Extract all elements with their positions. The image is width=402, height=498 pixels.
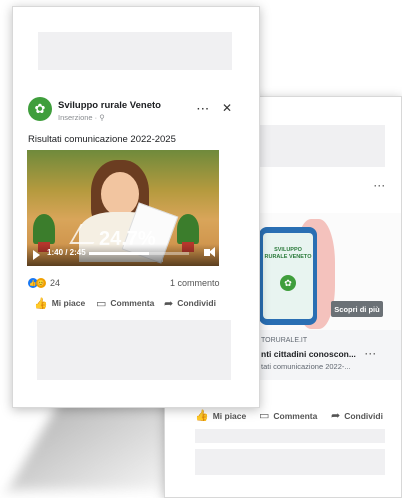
back-comment-button[interactable]: ▭ Commenta: [259, 409, 317, 422]
comment-label: Commenta: [110, 298, 155, 308]
link-title[interactable]: nti cittadini conoscon...: [261, 349, 356, 359]
placeholder-block: [195, 429, 385, 443]
tree-logo-icon: ✿: [280, 275, 296, 291]
thumbs-up-icon: 👍: [195, 410, 209, 422]
video-time: 1:40 / 2:45: [47, 248, 86, 257]
learn-more-button[interactable]: Scopri di più: [331, 301, 383, 317]
share-icon: ➦: [164, 297, 174, 310]
page-avatar[interactable]: ✿: [28, 97, 52, 121]
like-label: Mi piace: [51, 298, 86, 308]
post-caption: Risultati comunicazione 2022-2025: [28, 134, 176, 145]
reactions-summary[interactable]: 👍 😊 24: [28, 278, 60, 288]
comment-icon: ▭: [259, 410, 270, 422]
girl-face: [101, 172, 139, 216]
care-reaction-icon: 😊: [36, 278, 46, 288]
comment-label: Commenta: [273, 410, 318, 421]
sponsored-label: Inserzione · ⚲: [58, 113, 105, 122]
placeholder-block: [37, 320, 231, 380]
page-name[interactable]: Sviluppo rurale Veneto: [58, 100, 161, 111]
comments-count[interactable]: 1 commento: [170, 278, 220, 288]
thumbs-up-icon: 👍: [34, 297, 48, 310]
volume-icon[interactable]: [204, 247, 215, 257]
placeholder-block: [38, 32, 232, 70]
share-icon: ➦: [331, 410, 341, 422]
comment-button[interactable]: ▭ Commenta: [96, 293, 154, 313]
video-progress-fill: [89, 252, 149, 255]
video-progress[interactable]: [89, 252, 189, 255]
like-button[interactable]: 👍 Mi piace: [34, 293, 85, 313]
video-controls: 1:40 / 2:45: [27, 244, 219, 266]
link-more-icon[interactable]: ···: [365, 349, 377, 359]
phone-illustration: SVILUPPO RURALE VENETO ✿: [259, 227, 317, 325]
reactions-count: 24: [50, 278, 61, 288]
plant-decoration: [177, 214, 199, 244]
placeholder-block: [195, 449, 385, 475]
comment-icon: ▭: [96, 297, 107, 310]
phone-title: SVILUPPO RURALE VENETO: [264, 247, 312, 260]
share-button[interactable]: ➦ Condividi: [164, 293, 216, 313]
link-domain: TORURALE.IT: [261, 337, 308, 344]
back-like-button[interactable]: 👍 Mi piace: [195, 409, 246, 422]
play-icon[interactable]: [33, 250, 40, 260]
plant-decoration: [33, 214, 55, 244]
back-more-icon[interactable]: ···: [374, 181, 386, 191]
tree-logo-icon: ✿: [34, 101, 46, 116]
share-label: Condividi: [177, 298, 216, 308]
close-icon[interactable]: ✕: [222, 101, 232, 115]
like-label: Mi piace: [212, 410, 247, 421]
video-player[interactable]: 24,7% 1:40 / 2:45: [27, 150, 219, 266]
more-options-icon[interactable]: ···: [197, 104, 210, 115]
back-share-button[interactable]: ➦ Condividi: [331, 409, 383, 422]
share-label: Condividi: [344, 410, 383, 421]
link-subtitle: tati comunicazione 2022-...: [261, 362, 351, 371]
